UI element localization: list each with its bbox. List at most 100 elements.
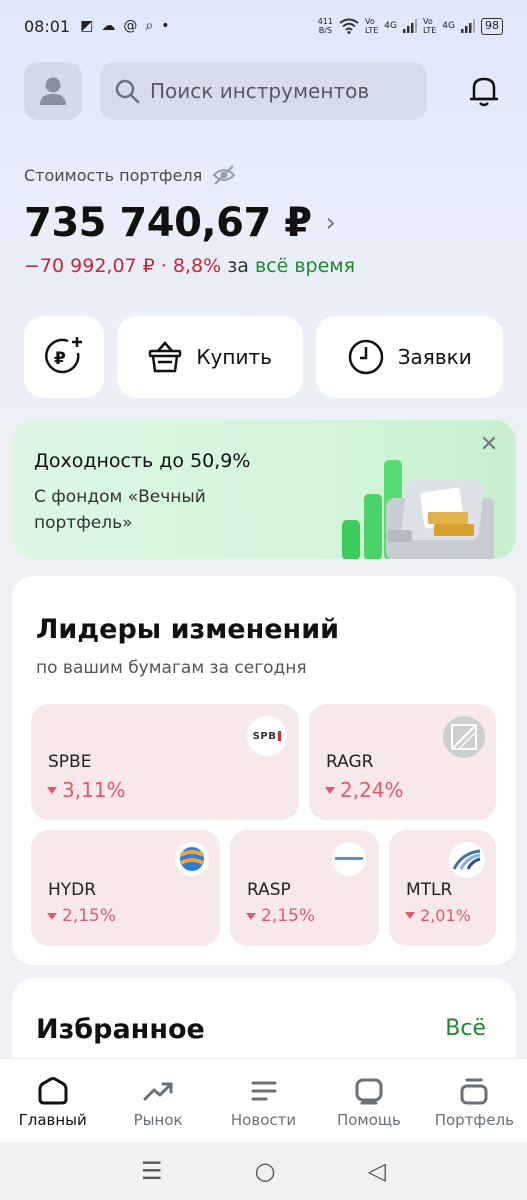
change-percent: 2,01% bbox=[420, 906, 471, 925]
profile-avatar-button[interactable] bbox=[24, 62, 82, 120]
notifications-button[interactable] bbox=[464, 70, 504, 112]
clock-icon bbox=[348, 339, 383, 375]
nav-market-label: Рынок bbox=[133, 1111, 183, 1129]
change-percent: 3,11% bbox=[62, 778, 126, 802]
leader-tile-ragr[interactable]: RAGR 2,24% bbox=[309, 704, 496, 820]
net-speed-unit: B/S bbox=[318, 26, 332, 35]
leaders-subtitle: по вашим бумагам за сегодня bbox=[36, 658, 307, 678]
ticker: HYDR bbox=[48, 880, 97, 900]
home-system-icon[interactable]: ○ bbox=[255, 1157, 276, 1185]
nav-home-label: Главный bbox=[18, 1111, 87, 1129]
promo-subtitle: С фондом «Вечный портфель» bbox=[34, 487, 206, 533]
nav-portfolio[interactable]: Портфель bbox=[422, 1059, 527, 1142]
nav-help-label: Помощь bbox=[336, 1111, 401, 1129]
change-percent: 2,24% bbox=[340, 778, 404, 802]
period-selector[interactable]: всё время bbox=[255, 255, 355, 277]
sim2-net: 4G bbox=[442, 20, 455, 31]
wifi-icon bbox=[339, 18, 359, 34]
promo-illustration bbox=[342, 460, 494, 559]
app-notification-icon: ◩ bbox=[80, 18, 94, 34]
leader-tile-mtlr[interactable]: MTLR 2,01% bbox=[389, 830, 496, 946]
system-nav-bar: ☰ ○ ◁ bbox=[0, 1142, 527, 1200]
change-amount: −70 992,07 ₽ bbox=[24, 255, 155, 277]
top-bar: Поиск инструментов bbox=[24, 62, 504, 120]
bottom-nav: Главный Рынок Новости Помощь Портфель bbox=[0, 1058, 527, 1142]
favorites-all-link[interactable]: Всё bbox=[445, 1016, 486, 1041]
search-icon bbox=[115, 79, 140, 104]
recent-apps-icon[interactable]: ☰ bbox=[141, 1157, 163, 1185]
promo-banner[interactable]: Доходность до 50,9% С фондом «Вечный пор… bbox=[12, 420, 516, 559]
cloud-notification-icon: ☁ bbox=[101, 18, 116, 34]
bell-icon bbox=[470, 77, 498, 107]
signal-icon bbox=[403, 19, 417, 33]
search-placeholder: Поиск инструментов bbox=[150, 79, 370, 103]
news-icon bbox=[251, 1081, 277, 1101]
leaders-card: Лидеры изменений по вашим бумагам за сег… bbox=[12, 576, 516, 965]
deposit-button[interactable]: ₽ bbox=[24, 316, 104, 398]
chevron-right-icon: › bbox=[325, 208, 336, 238]
ticker: RASP bbox=[247, 880, 291, 900]
user-icon bbox=[40, 77, 66, 105]
signal-icon-2 bbox=[461, 19, 475, 33]
down-arrow-icon bbox=[246, 912, 256, 920]
sim1-net: 4G bbox=[384, 20, 397, 31]
portfolio-value: 735 740,67 ₽ bbox=[24, 200, 312, 246]
trend-icon bbox=[143, 1082, 173, 1101]
portfolio-label-row: Стоимость портфеля bbox=[24, 164, 236, 186]
nav-market[interactable]: Рынок bbox=[105, 1059, 210, 1142]
search-input[interactable]: Поиск инструментов bbox=[100, 62, 427, 120]
leaders-title: Лидеры изменений bbox=[36, 614, 340, 645]
period-prefix: за bbox=[221, 255, 255, 277]
at-notification-icon: @ bbox=[123, 18, 138, 34]
promo-title: Доходность до 50,9% bbox=[34, 450, 251, 472]
net-speed-value: 411 bbox=[317, 17, 333, 26]
ticker: MTLR bbox=[406, 880, 453, 900]
change-percent: 2,15% bbox=[62, 906, 117, 926]
back-icon[interactable]: ◁ bbox=[368, 1157, 386, 1185]
change-value: 3,11% bbox=[47, 778, 126, 802]
nav-home[interactable]: Главный bbox=[0, 1059, 105, 1142]
buy-button[interactable]: Купить bbox=[116, 316, 304, 398]
status-bar: 08:01 ◩ ☁ @ ⌕ • 411 B/S Vo LTE 4G Vo LTE… bbox=[0, 0, 527, 52]
change-percent: 8,8% bbox=[172, 255, 222, 277]
buy-label: Купить bbox=[196, 345, 272, 369]
rasp-logo bbox=[332, 842, 366, 876]
hydr-logo-mark bbox=[180, 847, 204, 871]
status-right: 411 B/S Vo LTE 4G Vo LTE 4G 98 bbox=[318, 17, 503, 35]
change-value: 2,24% bbox=[325, 778, 404, 802]
dot-notification-icon: • bbox=[161, 18, 170, 34]
nav-help[interactable]: Помощь bbox=[316, 1059, 421, 1142]
down-arrow-icon bbox=[325, 786, 335, 794]
battery-icon: 98 bbox=[481, 17, 503, 35]
eye-off-icon[interactable] bbox=[212, 164, 236, 186]
svg-text:₽: ₽ bbox=[54, 349, 66, 369]
portfolio-change: −70 992,07 ₽ · 8,8% за всё время bbox=[24, 255, 355, 277]
notification-icons: ◩ ☁ @ ⌕ • bbox=[80, 18, 169, 34]
sim1-label: Vo LTE bbox=[365, 17, 379, 35]
orders-button[interactable]: Заявки bbox=[316, 316, 504, 398]
ragr-logo bbox=[443, 716, 485, 758]
leader-tile-rasp[interactable]: RASP 2,15% bbox=[230, 830, 379, 946]
change-sep: · bbox=[154, 255, 173, 277]
spbe-logo: SPB bbox=[247, 716, 287, 756]
change-value: 2,15% bbox=[246, 906, 315, 926]
portfolio-value-button[interactable]: 735 740,67 ₽ › bbox=[24, 200, 336, 246]
leader-tile-hydr[interactable]: HYDR 2,15% bbox=[31, 830, 220, 946]
spbe-logo-text: SPB bbox=[252, 730, 277, 742]
change-value: 2,15% bbox=[47, 906, 116, 926]
leader-tile-spbe[interactable]: SPB SPBE 3,11% bbox=[31, 704, 299, 820]
status-time: 08:01 bbox=[24, 16, 71, 36]
sim2-label: Vo LTE bbox=[423, 17, 437, 35]
nav-news[interactable]: Новости bbox=[211, 1059, 316, 1142]
briefcase-icon bbox=[460, 1078, 488, 1105]
rasp-logo-mark bbox=[335, 857, 363, 860]
mtlr-logo-mark bbox=[452, 849, 481, 870]
search-notification-icon: ⌕ bbox=[145, 18, 154, 34]
mtlr-logo bbox=[449, 842, 485, 878]
ticker: RAGR bbox=[326, 752, 374, 772]
ticker: SPBE bbox=[48, 752, 92, 772]
nav-portfolio-label: Портфель bbox=[434, 1111, 514, 1129]
action-row: ₽ Купить Заявки bbox=[24, 316, 504, 398]
ragr-logo-mark bbox=[451, 724, 477, 750]
nav-news-label: Новости bbox=[230, 1111, 297, 1129]
